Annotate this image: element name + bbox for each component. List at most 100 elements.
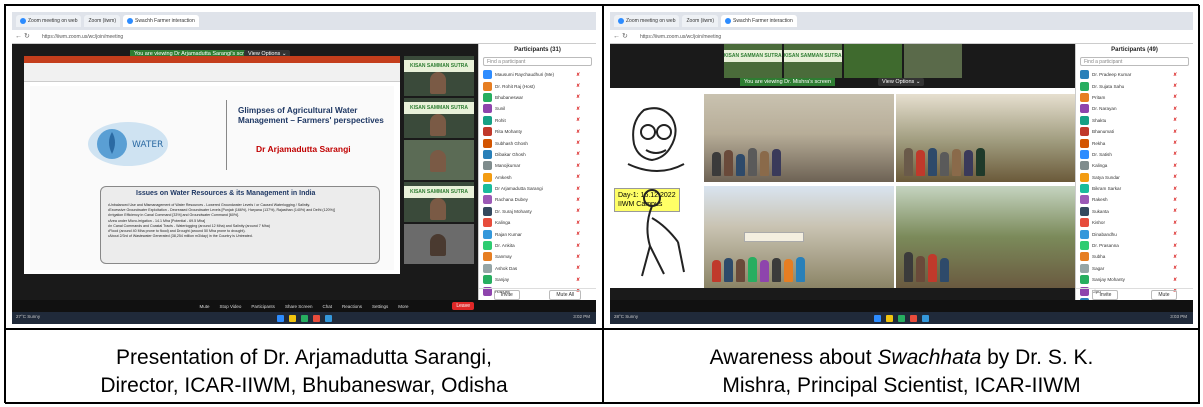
muted-mic-icon[interactable]: ✘ [576,231,580,237]
search-input[interactable]: Find a participant [483,57,592,66]
participant-row[interactable]: Ashok Das ✘ [479,263,596,274]
browser-tab[interactable]: Zoom (iiwm) [84,15,120,27]
video-tile[interactable] [843,44,902,78]
muted-mic-icon[interactable]: ✘ [1173,197,1177,203]
browser-tab[interactable]: Zoom meeting on web [614,15,680,27]
participant-row[interactable]: Sanmay ✘ [479,251,596,262]
reload-icon[interactable]: ↻ [622,33,630,41]
participant-row[interactable]: Shaktu ✘ [1076,115,1193,126]
browser-tab[interactable]: Zoom meeting on web [16,15,82,27]
muted-mic-icon[interactable]: ✘ [576,277,580,283]
muted-mic-icon[interactable]: ✘ [1173,174,1177,180]
chrome-icon[interactable] [300,314,308,322]
participant-row[interactable]: Bhanumati ✘ [1076,126,1193,137]
video-tile[interactable]: KISAN SAMMAN SUTRA [404,98,474,138]
mute-button[interactable]: Mute [199,304,209,309]
participant-row[interactable]: Dr. Rohit Raj (Host) ✘ [479,80,596,91]
muted-mic-icon[interactable]: ✘ [1173,151,1177,157]
participant-row[interactable]: Subha ✘ [1076,251,1193,262]
participant-row[interactable]: Rajan Kumar ✘ [479,228,596,239]
participant-row[interactable]: Rakesh ✘ [1076,194,1193,205]
muted-mic-icon[interactable]: ✘ [576,174,580,180]
muted-mic-icon[interactable]: ✘ [576,243,580,249]
settings-button[interactable]: Settings [372,304,388,309]
muted-mic-icon[interactable]: ✘ [576,163,580,169]
muted-mic-icon[interactable]: ✘ [576,106,580,112]
app-icon[interactable] [910,314,917,322]
browser-tab-active[interactable]: Swachh Farmer interaction [720,15,797,27]
participant-row[interactable]: Rita Mohanty ✘ [479,126,596,137]
app-icon[interactable] [312,314,320,322]
back-icon[interactable]: ← [15,33,23,41]
muted-mic-icon[interactable]: ✘ [1173,72,1177,78]
address-bar[interactable]: ← ↻ https://iiwm.zoom.us/wc/join/meeting [12,30,596,44]
weather-widget[interactable]: 28°C Sunny [614,314,638,319]
participant-row[interactable]: Kalinga ✘ [479,217,596,228]
participants-button[interactable]: Participants [251,304,275,309]
video-tile[interactable] [404,224,474,264]
muted-mic-icon[interactable]: ✘ [576,83,580,89]
browser-tab-active[interactable]: Swachh Farmer interaction [122,15,199,27]
muted-mic-icon[interactable]: ✘ [1173,140,1177,146]
participant-row[interactable]: Dr. Narayan ✘ [1076,103,1193,114]
participant-row[interactable]: Dr. Sujata Sahu ✘ [1076,80,1193,91]
muted-mic-icon[interactable]: ✘ [1173,208,1177,214]
participant-row[interactable]: Dr. Satish ✘ [1076,149,1193,160]
browser-tab[interactable]: Zoom (iiwm) [682,15,718,27]
participant-row[interactable]: Dibakar Ghosh ✘ [479,149,596,160]
chat-button[interactable]: Chat [322,304,332,309]
video-tile[interactable] [903,44,962,78]
mute-all-button[interactable]: Mute All [549,289,582,300]
muted-mic-icon[interactable]: ✘ [576,117,580,123]
muted-mic-icon[interactable]: ✘ [1173,129,1177,135]
reactions-button[interactable]: Reactions [342,304,362,309]
muted-mic-icon[interactable]: ✘ [1173,220,1177,226]
video-tile[interactable]: KISAN SAMMAN SUTRA [404,56,474,96]
more-button[interactable]: More [398,304,408,309]
muted-mic-icon[interactable]: ✘ [1173,277,1177,283]
participant-row[interactable]: Dr. Pradeep Kumar ✘ [1076,69,1193,80]
muted-mic-icon[interactable]: ✘ [576,265,580,271]
video-tile[interactable]: KISAN SAMMAN SUTRA [404,182,474,222]
share-screen-button[interactable]: Share Screen [285,304,313,309]
chrome-icon[interactable] [898,314,905,322]
participant-row[interactable]: Subhash Ghosh ✘ [479,137,596,148]
participant-row[interactable]: Dinabandhu ✘ [1076,228,1193,239]
mute-all-button[interactable]: Mute [1151,289,1177,300]
muted-mic-icon[interactable]: ✘ [576,197,580,203]
start-icon[interactable] [276,314,284,322]
participant-row[interactable]: Amkesh ✘ [479,172,596,183]
zoom-app-icon[interactable] [922,314,929,322]
muted-mic-icon[interactable]: ✘ [1173,254,1177,260]
participant-row[interactable]: Sanjay Mohanty ✘ [1076,274,1193,285]
muted-mic-icon[interactable]: ✘ [1173,186,1177,192]
back-icon[interactable]: ← [613,33,621,41]
zoom-app-icon[interactable] [324,314,332,322]
participant-row[interactable]: Satya Sundar ✘ [1076,172,1193,183]
participant-row[interactable]: Kalinga ✘ [1076,160,1193,171]
muted-mic-icon[interactable]: ✘ [1173,243,1177,249]
muted-mic-icon[interactable]: ✘ [576,220,580,226]
muted-mic-icon[interactable]: ✘ [1173,94,1177,100]
participant-row[interactable]: Rohit ✘ [479,115,596,126]
leave-button[interactable]: Leave [452,302,474,310]
participant-row[interactable]: Dr. Suraj Mohanty ✘ [479,206,596,217]
participant-row[interactable]: Sagar ✘ [1076,263,1193,274]
view-options-button[interactable]: View Options ⌄ [878,78,925,86]
participant-row[interactable]: Sanjay ✘ [479,274,596,285]
muted-mic-icon[interactable]: ✘ [576,72,580,78]
participant-row[interactable]: Rachana Dubey ✘ [479,194,596,205]
participant-row[interactable]: Dr. Ankita ✘ [479,240,596,251]
muted-mic-icon[interactable]: ✘ [1173,163,1177,169]
participant-row[interactable]: Bikram Sarkar ✘ [1076,183,1193,194]
participant-row[interactable]: Dr Arjamadutta Sarangi ✘ [479,183,596,194]
reload-icon[interactable]: ↻ [24,33,32,41]
participant-row[interactable]: Rekha ✘ [1076,137,1193,148]
video-tile[interactable]: KISAN SAMMAN SUTRA [723,44,782,78]
muted-mic-icon[interactable]: ✘ [576,186,580,192]
muted-mic-icon[interactable]: ✘ [576,140,580,146]
muted-mic-icon[interactable]: ✘ [576,129,580,135]
participant-row[interactable]: Sunil ✘ [479,103,596,114]
address-bar[interactable]: ← ↻ https://iiwm.zoom.us/wc/join/meeting [610,30,1193,44]
participant-row[interactable]: Kishor ✘ [1076,217,1193,228]
